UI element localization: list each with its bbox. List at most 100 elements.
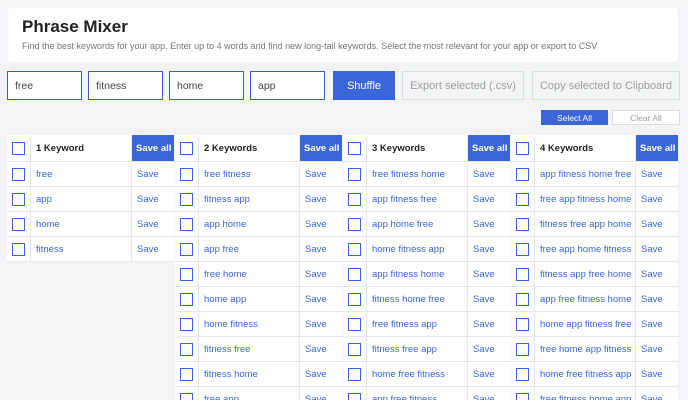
save-link[interactable]: Save [132, 162, 174, 186]
save-all-button[interactable]: Save all [468, 135, 510, 161]
clear-all-button[interactable]: Clear All [612, 110, 680, 125]
save-link[interactable]: Save [636, 312, 678, 336]
keyword-label[interactable]: home free fitness app [535, 362, 636, 386]
save-link[interactable]: Save [300, 187, 342, 211]
keyword-label[interactable]: app [31, 187, 132, 211]
save-link[interactable]: Save [300, 237, 342, 261]
keyword-label[interactable]: free home [199, 262, 300, 286]
save-link[interactable]: Save [468, 262, 510, 286]
word-input-2[interactable] [88, 71, 163, 100]
save-link[interactable]: Save [132, 212, 174, 236]
save-all-button[interactable]: Save all [300, 135, 342, 161]
keyword-label[interactable]: free app [199, 387, 300, 400]
keyword-label[interactable]: free fitness app [367, 312, 468, 336]
keyword-checkbox[interactable] [516, 242, 529, 256]
keyword-checkbox[interactable] [12, 192, 25, 206]
keyword-checkbox[interactable] [516, 367, 529, 381]
save-link[interactable]: Save [300, 162, 342, 186]
keyword-checkbox[interactable] [516, 342, 529, 356]
save-link[interactable]: Save [468, 187, 510, 211]
save-link[interactable]: Save [636, 187, 678, 211]
keyword-checkbox[interactable] [180, 292, 193, 306]
select-column-checkbox[interactable] [180, 141, 193, 155]
save-link[interactable]: Save [636, 287, 678, 311]
keyword-checkbox[interactable] [348, 192, 361, 206]
keyword-checkbox[interactable] [516, 167, 529, 181]
keyword-checkbox[interactable] [516, 192, 529, 206]
keyword-checkbox[interactable] [348, 167, 361, 181]
keyword-label[interactable]: free fitness [199, 162, 300, 186]
save-link[interactable]: Save [300, 387, 342, 400]
save-link[interactable]: Save [132, 187, 174, 211]
keyword-label[interactable]: fitness home [199, 362, 300, 386]
keyword-checkbox[interactable] [12, 167, 25, 181]
select-column-checkbox[interactable] [516, 141, 529, 155]
keyword-label[interactable]: fitness free app [367, 337, 468, 361]
keyword-checkbox[interactable] [516, 392, 529, 400]
keyword-label[interactable]: fitness free [199, 337, 300, 361]
keyword-checkbox[interactable] [180, 342, 193, 356]
keyword-checkbox[interactable] [180, 392, 193, 400]
word-input-4[interactable] [250, 71, 325, 100]
keyword-checkbox[interactable] [348, 342, 361, 356]
save-link[interactable]: Save [636, 337, 678, 361]
save-link[interactable]: Save [636, 362, 678, 386]
keyword-checkbox[interactable] [516, 267, 529, 281]
save-link[interactable]: Save [636, 387, 678, 400]
shuffle-button[interactable]: Shuffle [333, 71, 395, 100]
keyword-checkbox[interactable] [180, 167, 193, 181]
keyword-checkbox[interactable] [180, 317, 193, 331]
keyword-checkbox[interactable] [348, 292, 361, 306]
keyword-checkbox[interactable] [180, 367, 193, 381]
keyword-label[interactable]: free app home fitness [535, 237, 636, 261]
export-csv-button[interactable]: Export selected (.csv) [402, 71, 524, 100]
keyword-label[interactable]: fitness app free home [535, 262, 636, 286]
save-link[interactable]: Save [468, 337, 510, 361]
save-link[interactable]: Save [636, 237, 678, 261]
keyword-label[interactable]: free fitness home app [535, 387, 636, 400]
save-link[interactable]: Save [636, 162, 678, 186]
keyword-checkbox[interactable] [348, 267, 361, 281]
keyword-checkbox[interactable] [180, 192, 193, 206]
save-link[interactable]: Save [300, 287, 342, 311]
keyword-checkbox[interactable] [180, 267, 193, 281]
keyword-checkbox[interactable] [12, 242, 25, 256]
save-link[interactable]: Save [300, 262, 342, 286]
keyword-label[interactable]: fitness app [199, 187, 300, 211]
keyword-checkbox[interactable] [348, 242, 361, 256]
keyword-label[interactable]: app home free [367, 212, 468, 236]
keyword-label[interactable]: app free fitness home [535, 287, 636, 311]
keyword-label[interactable]: app home [199, 212, 300, 236]
keyword-label[interactable]: free [31, 162, 132, 186]
save-link[interactable]: Save [468, 212, 510, 236]
keyword-label[interactable]: home fitness [199, 312, 300, 336]
keyword-checkbox[interactable] [12, 217, 25, 231]
keyword-label[interactable]: fitness free app home [535, 212, 636, 236]
save-link[interactable]: Save [468, 362, 510, 386]
save-link[interactable]: Save [636, 262, 678, 286]
select-column-checkbox[interactable] [12, 141, 25, 155]
keyword-label[interactable]: home app [199, 287, 300, 311]
save-link[interactable]: Save [468, 162, 510, 186]
keyword-checkbox[interactable] [348, 317, 361, 331]
keyword-label[interactable]: app fitness home [367, 262, 468, 286]
keyword-label[interactable]: free home app fitness [535, 337, 636, 361]
keyword-checkbox[interactable] [516, 317, 529, 331]
keyword-label[interactable]: home free fitness [367, 362, 468, 386]
keyword-checkbox[interactable] [180, 242, 193, 256]
keyword-label[interactable]: home fitness app [367, 237, 468, 261]
keyword-label[interactable]: home app fitness free [535, 312, 636, 336]
save-link[interactable]: Save [468, 312, 510, 336]
keyword-label[interactable]: free fitness home [367, 162, 468, 186]
word-input-1[interactable] [7, 71, 82, 100]
select-all-button[interactable]: Select All [541, 110, 608, 125]
save-link[interactable]: Save [468, 387, 510, 400]
save-link[interactable]: Save [300, 312, 342, 336]
save-link[interactable]: Save [300, 212, 342, 236]
keyword-label[interactable]: fitness home free [367, 287, 468, 311]
keyword-label[interactable]: app free fitness [367, 387, 468, 400]
keyword-label[interactable]: free app fitness home [535, 187, 636, 211]
keyword-checkbox[interactable] [516, 292, 529, 306]
keyword-label[interactable]: app free [199, 237, 300, 261]
word-input-3[interactable] [169, 71, 244, 100]
